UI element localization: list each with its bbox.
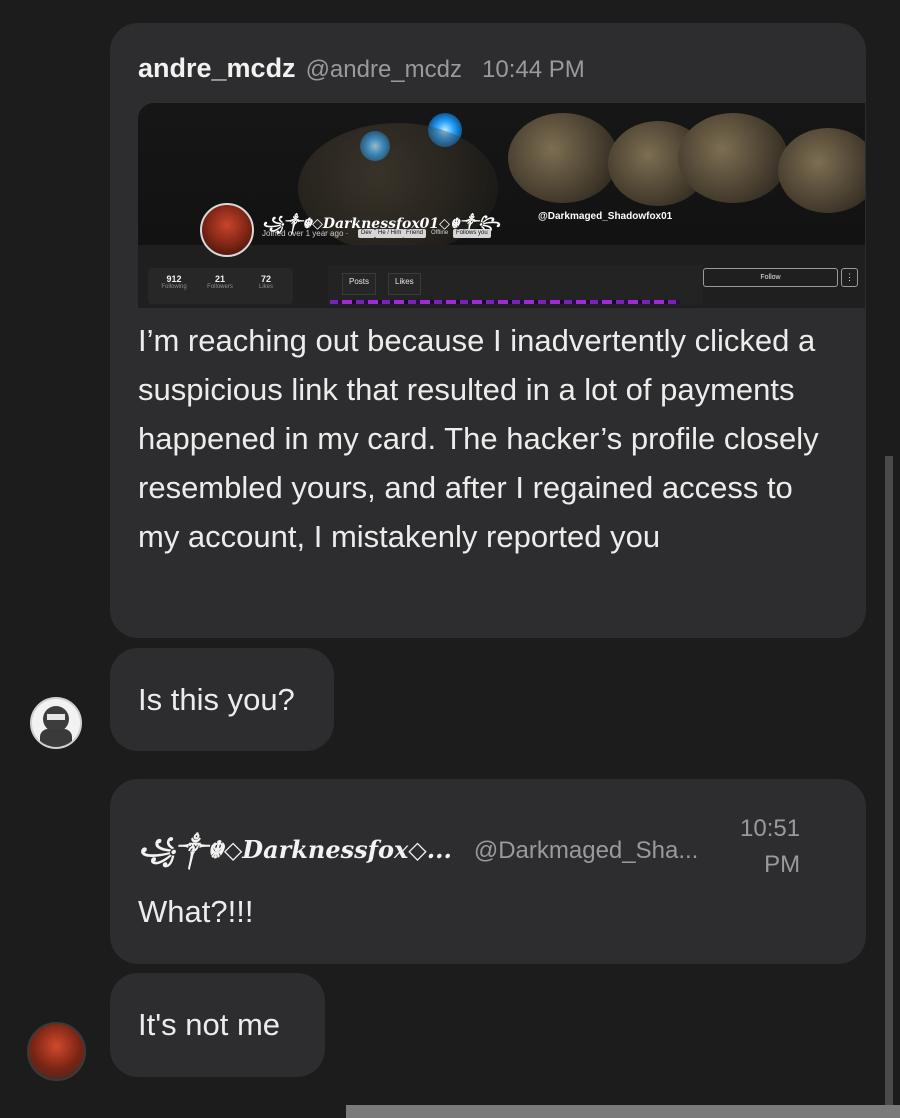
tab-posts: Posts (342, 273, 377, 295)
profile-decoration-bar (330, 300, 680, 304)
author-name[interactable]: ꧁༒☬◇Darknessfox◇... (138, 824, 452, 891)
banner-shape (778, 128, 865, 213)
message-time: 10:51 PM (740, 815, 801, 878)
author-handle[interactable]: @Darkmaged_Sha... (474, 837, 698, 865)
message-text: I’m reaching out because I inadvertently… (138, 323, 819, 554)
banner-shape (678, 113, 788, 203)
stat-followers: 21 Followers (207, 274, 233, 290)
author-handle[interactable]: @andre_mcdz (306, 56, 462, 84)
message-bubble[interactable]: Is this you? (110, 648, 334, 751)
tab-likes: Likes (388, 273, 421, 295)
profile-screenshot-attachment[interactable]: ꧁༒☬◇Darknessfox01◇☬༒꧂ @Darkmaged_Shadowf… (138, 103, 865, 308)
profile-tag: Dev (358, 229, 375, 238)
avatar-visor (47, 714, 65, 720)
author-name[interactable]: andre_mcdz (138, 53, 296, 84)
profile-follow-button: Follow (703, 268, 838, 287)
profile-display-name: ꧁༒☬◇Darknessfox01◇☬༒꧂ (262, 216, 501, 232)
stat-likes: 72 Likes (258, 274, 273, 290)
message-bubble-andre[interactable]: andre_mcdz @andre_mcdz 10:44 PM ꧁༒☬◇Dark… (110, 23, 866, 638)
avatar-body (40, 729, 72, 747)
message-time: 10:44 PM (482, 56, 585, 83)
profile-joined: Joined over 1 year ago · (262, 229, 349, 238)
profile-handle: @Darkmaged_Shadowfox01 (538, 211, 673, 222)
profile-tabs: Posts Likes (328, 265, 703, 305)
vertical-scrollbar[interactable] (885, 456, 893, 1106)
message-bubble-darknessfox[interactable]: ꧁༒☬◇Darknessfox◇... @Darkmaged_Sha... 10… (110, 779, 866, 964)
message-text: Is this you? (138, 682, 295, 717)
message-bubble[interactable]: It's not me (110, 973, 325, 1077)
profile-avatar (200, 203, 254, 257)
banner-shape (508, 113, 618, 203)
fox-avatar[interactable] (27, 1022, 86, 1081)
message-text: It's not me (138, 1007, 281, 1042)
profile-tag: Offline (431, 230, 449, 236)
message-header: ꧁༒☬◇Darknessfox◇... @Darkmaged_Sha... (138, 824, 698, 891)
profile-tag: Follows you (453, 229, 491, 238)
horizontal-scrollbar[interactable] (346, 1105, 900, 1118)
profile-tag: He / Him (375, 229, 405, 238)
user-avatar[interactable] (30, 697, 82, 749)
profile-tag: Friend (403, 229, 427, 238)
stat-following: 912 Following (161, 274, 187, 290)
chat-screen: andre_mcdz @andre_mcdz 10:44 PM ꧁༒☬◇Dark… (0, 0, 900, 1118)
profile-more-icon: ⋮ (841, 268, 858, 287)
profile-stats: 912 Following 21 Followers 72 Likes (148, 268, 293, 304)
message-text: What?!!! (138, 894, 254, 929)
message-header: andre_mcdz @andre_mcdz 10:44 PM (138, 53, 585, 84)
